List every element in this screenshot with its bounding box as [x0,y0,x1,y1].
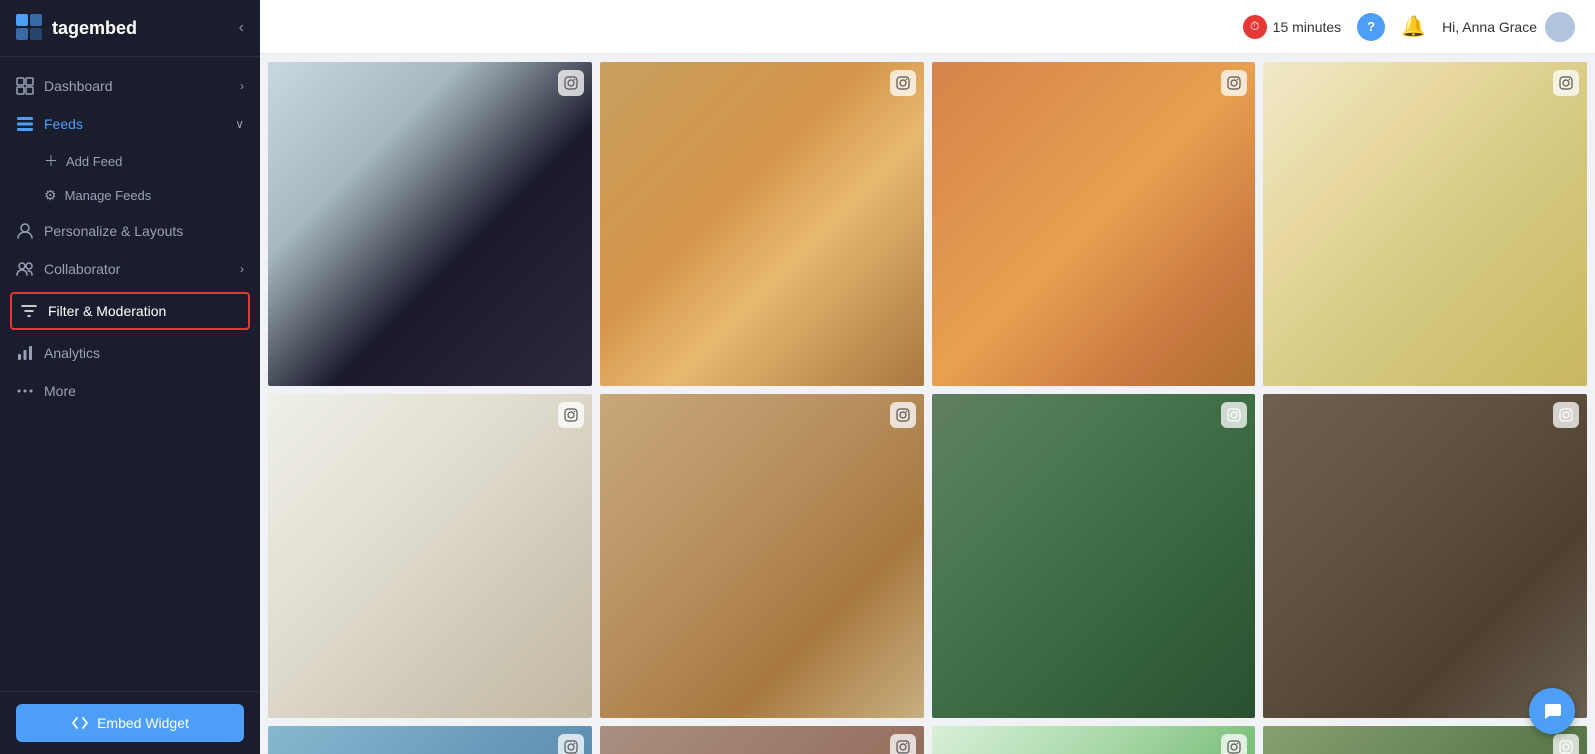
instagram-icon-7 [1221,402,1247,428]
personalize-icon [16,222,34,240]
sidebar-item-add-feed[interactable]: ＋ Add Feed [0,143,260,179]
photo-cell-8[interactable] [1263,394,1587,718]
photo-cell-5[interactable] [268,394,592,718]
filter-icon [20,302,38,320]
notification-bell-icon[interactable]: 🔔 [1401,14,1426,39]
more-icon [16,382,34,400]
sidebar-item-label-feeds: Feeds [44,116,225,132]
sidebar-item-label-analytics: Analytics [44,345,244,361]
collaborator-icon [16,260,34,278]
instagram-icon-9 [558,734,584,754]
dashboard-icon [16,77,34,95]
analytics-icon [16,344,34,362]
feeds-arrow-icon: ∨ [235,117,244,131]
sidebar-item-label-more: More [44,383,244,399]
sidebar-item-analytics[interactable]: Analytics [0,334,260,372]
photo-cell-7[interactable] [932,394,1256,718]
timer-icon: ⏱ [1243,15,1267,39]
instagram-icon-1 [558,70,584,96]
sidebar: tagembed ‹ Dashboard › Feeds ∨ ＋ Add Fee… [0,0,260,754]
main-content: ⏱ 15 minutes ? 🔔 Hi, Anna Grace [260,0,1595,754]
sidebar-item-collaborator[interactable]: Collaborator › [0,250,260,288]
photo-cell-1[interactable] [268,62,592,386]
manage-feeds-icon: ⚙ [44,187,57,204]
add-feed-icon: ＋ [44,151,58,171]
logo-area: tagembed [16,14,137,42]
topbar: ⏱ 15 minutes ? 🔔 Hi, Anna Grace [260,0,1595,54]
sidebar-item-filter-moderation[interactable]: Filter & Moderation [10,292,250,330]
user-menu[interactable]: Hi, Anna Grace [1442,12,1575,42]
sidebar-item-manage-feeds[interactable]: ⚙ Manage Feeds [0,179,260,212]
logo-icon [16,14,44,42]
logo-text: tagembed [52,18,137,39]
embed-widget-button[interactable]: Embed Widget [16,704,244,742]
sidebar-item-personalize[interactable]: Personalize & Layouts [0,212,260,250]
embed-widget-label: Embed Widget [97,715,189,731]
chat-icon [1541,700,1563,722]
sidebar-item-label-manage-feeds: Manage Feeds [65,188,152,203]
photo-cell-9[interactable] [268,726,592,754]
feeds-sub-menu: ＋ Add Feed ⚙ Manage Feeds [0,143,260,212]
photo-cell-6[interactable] [600,394,924,718]
sidebar-item-label-collaborator: Collaborator [44,261,230,277]
embed-icon [71,714,89,732]
photo-grid [268,62,1587,754]
instagram-icon-4 [1553,70,1579,96]
photo-cell-11[interactable] [932,726,1256,754]
sidebar-item-label-dashboard: Dashboard [44,78,230,94]
sidebar-item-dashboard[interactable]: Dashboard › [0,67,260,105]
photo-cell-3[interactable] [932,62,1256,386]
nav-items: Dashboard › Feeds ∨ ＋ Add Feed ⚙ Manage … [0,57,260,691]
content-area [260,54,1595,754]
timer-label: 15 minutes [1273,19,1341,35]
help-button[interactable]: ? [1357,13,1385,41]
feeds-icon [16,115,34,133]
instagram-icon-11 [1221,734,1247,754]
sidebar-item-label-personalize: Personalize & Layouts [44,223,244,239]
instagram-icon-10 [890,734,916,754]
sidebar-header: tagembed ‹ [0,0,260,57]
sidebar-footer: Embed Widget [0,691,260,754]
photo-cell-4[interactable] [1263,62,1587,386]
avatar [1545,12,1575,42]
instagram-icon-3 [1221,70,1247,96]
dashboard-arrow-icon: › [240,79,244,93]
collaborator-arrow-icon: › [240,262,244,276]
collapse-sidebar-button[interactable]: ‹ [239,19,244,37]
sidebar-item-more[interactable]: More [0,372,260,410]
instagram-icon-6 [890,402,916,428]
sidebar-item-label-add-feed: Add Feed [66,154,122,169]
instagram-icon-8 [1553,402,1579,428]
chat-support-button[interactable] [1529,688,1575,734]
instagram-icon-5 [558,402,584,428]
sidebar-item-label-filter: Filter & Moderation [48,303,240,319]
instagram-icon-12 [1553,734,1579,754]
photo-cell-2[interactable] [600,62,924,386]
timer-area: ⏱ 15 minutes [1243,15,1341,39]
sidebar-item-feeds[interactable]: Feeds ∨ [0,105,260,143]
user-greeting: Hi, Anna Grace [1442,19,1537,35]
photo-cell-10[interactable] [600,726,924,754]
instagram-icon-2 [890,70,916,96]
